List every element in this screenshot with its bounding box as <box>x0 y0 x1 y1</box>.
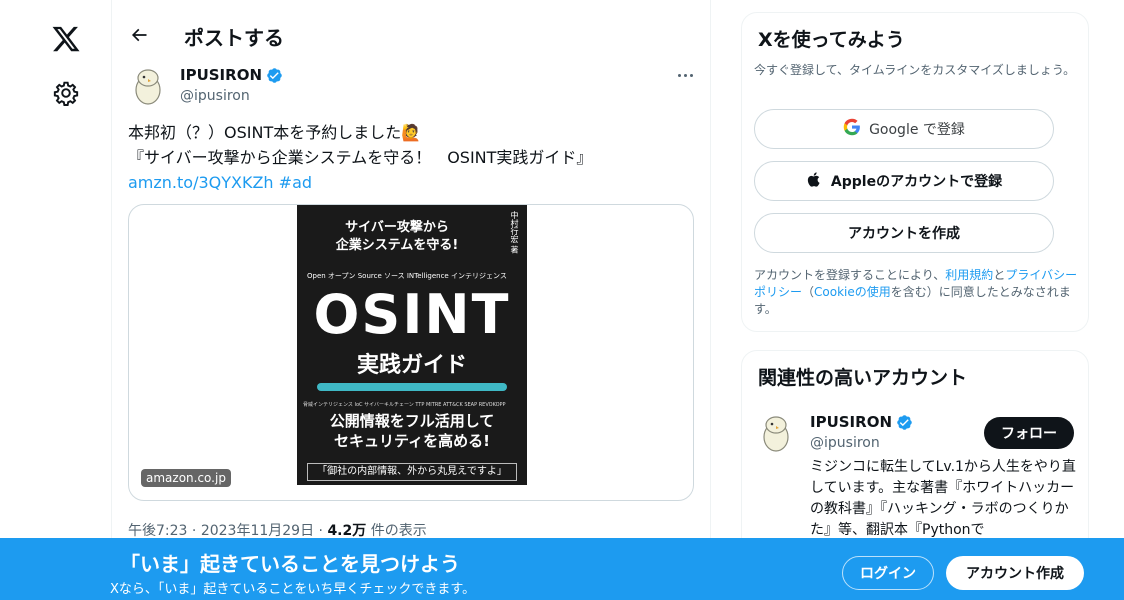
book-cover-top: サイバー攻撃から 企業システムを守る! <box>297 219 497 255</box>
views-label: 件の表示 <box>370 523 427 539</box>
book-cover-tags: 脅威インテリジェンス IoC サイバーキルチェーン TTP MITRE ATT&… <box>303 402 506 408</box>
post-time[interactable]: 午後7:23 <box>128 523 187 539</box>
legal-text-2: と <box>993 268 1006 282</box>
author-name-text: IPUSIRON <box>180 66 262 84</box>
left-nav <box>0 0 112 600</box>
legal-text-3: （ <box>802 285 815 299</box>
post-hashtag[interactable]: #ad <box>279 173 312 192</box>
views-count: 4.2万 <box>327 523 367 539</box>
author-name[interactable]: IPUSIRON <box>180 66 283 84</box>
post-link[interactable]: amzn.to/3QYXKZh <box>128 173 274 192</box>
apple-signup-label: Appleのアカウントで登録 <box>830 174 1003 190</box>
legal-text-1: アカウントを登録することにより、 <box>754 268 946 282</box>
recommended-name[interactable]: IPUSIRON <box>810 413 913 431</box>
book-cover-small-subtitle: Open オープン Source ソース INTelligence インテリジェ… <box>307 272 507 280</box>
signup-panel-title: Xを使ってみよう <box>758 29 905 51</box>
apple-icon <box>806 171 823 192</box>
arrow-left-icon[interactable] <box>129 25 151 47</box>
bottom-signup-bar: 「いま」起きていることを見つけよう Xなら、「いま」起きていることをいち早くチェ… <box>0 538 1124 600</box>
book-cover-subtitle: 実践ガイド <box>356 353 467 378</box>
signup-panel-subtitle: 今すぐ登録して、タイムラインをカスタマイズしましょう。 <box>754 63 1076 77</box>
signup-panel: Xを使ってみよう 今すぐ登録して、タイムラインをカスタマイズしましょう。 Goo… <box>741 12 1089 332</box>
recommended-avatar[interactable] <box>756 413 796 453</box>
recommended-title: 関連性の高いアカウント <box>758 367 968 389</box>
google-signup-label: Google で登録 <box>869 122 965 138</box>
x-logo-icon[interactable] <box>51 24 83 54</box>
bottom-bar-title: 「いま」起きていることを見つけよう <box>120 552 460 576</box>
legal-notice: アカウントを登録することにより、利用規約とプライバシーポリシー（Cookieの使… <box>754 267 1082 318</box>
book-cover-image: サイバー攻撃から 企業システムを守る! 中村行宏 著 Open オープン Sou… <box>297 205 527 485</box>
recommended-name-text: IPUSIRON <box>810 413 892 431</box>
author-handle[interactable]: @ipusiron <box>180 88 250 104</box>
book-cover-bottom: 「御社の内部情報、外から丸見えですよ」 <box>307 463 517 481</box>
main-column: ポストする IPUSIRON @ipusiron 本邦初（？）OSINT本を予約… <box>111 0 711 600</box>
book-cover-main-title: OSINT <box>313 283 511 346</box>
bottom-bar-subtitle: Xなら、「いま」起きていることをいち早くチェックできます。 <box>110 582 476 597</box>
post-date[interactable]: 2023年11月29日 <box>201 523 314 539</box>
book-cover-catch-line-2: セキュリティを高める! <box>334 432 490 450</box>
post-text-line-2: 『サイバー攻撃から企業システムを守る！ OSINT実践ガイド』 <box>128 148 593 167</box>
page-title: ポストする <box>184 26 284 50</box>
follow-button[interactable]: フォロー <box>984 417 1074 449</box>
cookie-link[interactable]: Cookieの使用 <box>814 285 891 299</box>
post-text-line-1: 本邦初（？）OSINT本を予約しました🙋 <box>128 123 422 142</box>
verified-badge-icon <box>896 414 913 431</box>
login-button[interactable]: ログイン <box>842 556 934 590</box>
link-card[interactable]: サイバー攻撃から 企業システムを守る! 中村行宏 著 Open オープン Sou… <box>128 204 694 501</box>
post-timestamp: 午後7:23 · 2023年11月29日 · 4.2万 件の表示 <box>128 523 427 539</box>
recommended-handle[interactable]: @ipusiron <box>810 435 880 451</box>
google-signup-button[interactable]: Google で登録 <box>754 109 1054 149</box>
book-cover-band <box>317 383 507 391</box>
more-options-icon[interactable] <box>674 68 696 82</box>
book-cover-author: 中村行宏 著 <box>510 211 519 254</box>
book-cover-top-line-1: サイバー攻撃から <box>345 220 449 235</box>
gear-icon[interactable] <box>53 80 81 108</box>
apple-signup-button[interactable]: Appleのアカウントで登録 <box>754 161 1054 201</box>
card-domain-badge: amazon.co.jp <box>141 469 231 487</box>
avatar[interactable] <box>128 66 168 106</box>
verified-badge-icon <box>266 67 283 84</box>
terms-link[interactable]: 利用規約 <box>945 268 993 282</box>
create-account-button[interactable]: アカウントを作成 <box>754 213 1054 253</box>
post-text: 本邦初（？）OSINT本を予約しました🙋 『サイバー攻撃から企業システムを守る！… <box>128 120 698 195</box>
signup-button[interactable]: アカウント作成 <box>946 556 1084 590</box>
book-cover-catch: 公開情報をフル活用して セキュリティを高める! <box>297 411 527 451</box>
book-cover-top-line-2: 企業システムを守る! <box>335 238 459 253</box>
recommended-bio: ミジンコに転生してLv.1から人生をやり直しています。主な著書『ホワイトハッカー… <box>810 459 1076 538</box>
google-icon <box>843 118 861 140</box>
book-cover-catch-line-1: 公開情報をフル活用して <box>329 412 495 430</box>
